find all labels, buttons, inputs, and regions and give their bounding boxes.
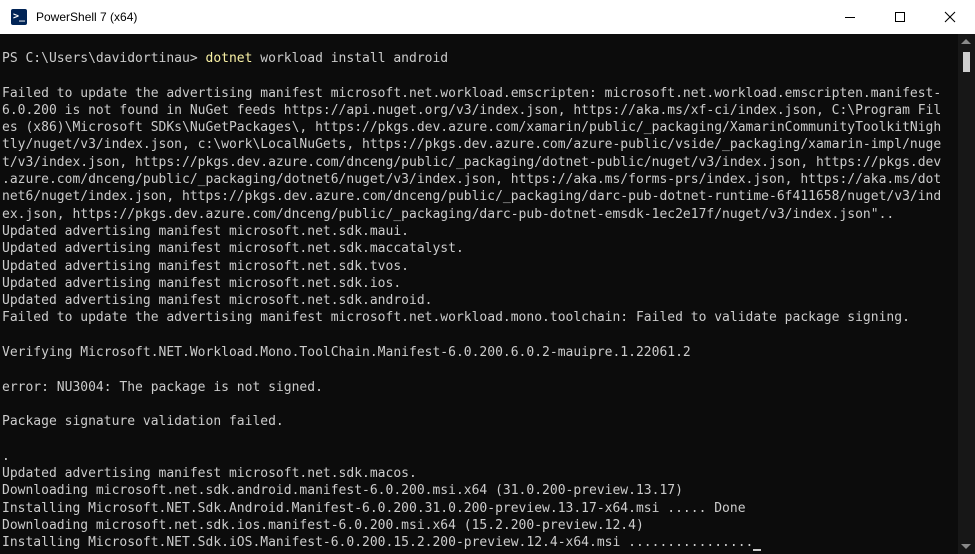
title-bar[interactable]: >_ PowerShell 7 (x64) [0,0,975,34]
terminal-line: Downloading microsoft.net.sdk.ios.manife… [2,518,644,534]
powershell-icon: >_ [11,9,27,25]
scroll-thumb[interactable] [963,52,970,72]
terminal-line: error: NU3004: The package is not signed… [2,379,323,395]
terminal-output[interactable]: PS C:\Users\davidortinau> dotnet workloa… [0,34,958,554]
minimize-icon [845,17,855,18]
terminal-line: Verifying Microsoft.NET.Workload.Mono.To… [2,345,691,361]
terminal-line: Failed to update the advertising manifes… [2,310,910,326]
terminal-line: Downloading microsoft.net.sdk.android.ma… [2,483,683,499]
prompt: PS C:\Users\davidortinau> [2,51,206,66]
terminal-line: .azure.com/dnceng/public/_packaging/dotn… [2,172,942,188]
terminal-line: . [2,448,10,464]
powershell-window: >_ PowerShell 7 (x64) PS C:\Users\davido… [0,0,975,554]
close-button[interactable] [925,0,975,34]
terminal-line: Installing Microsoft.NET.Sdk.Android.Man… [2,500,746,516]
scroll-down-icon[interactable] [961,544,971,549]
terminal-line: tly/nuget/v3/index.json, c:\work\LocalNu… [2,137,942,153]
terminal-line: 6.0.200 is not found in NuGet feeds http… [2,102,942,118]
terminal-line: es (x86)\Microsoft SDKs\NuGetPackages\, … [2,120,942,136]
text-cursor [753,548,762,551]
terminal-line: Failed to update the advertising manifes… [2,85,942,101]
minimize-button[interactable] [825,0,875,34]
maximize-icon [895,12,905,22]
scroll-up-icon[interactable] [961,39,971,44]
terminal-line: Updated advertising manifest microsoft.n… [2,258,409,274]
terminal-line: Updated advertising manifest microsoft.n… [2,466,417,482]
command-line: PS C:\Users\davidortinau> dotnet workloa… [2,50,941,67]
vertical-scrollbar[interactable] [958,34,975,554]
close-icon [944,11,956,23]
terminal-line: Updated advertising manifest microsoft.n… [2,293,433,309]
terminal-line: Package signature validation failed. [2,414,284,430]
window-controls [825,0,975,34]
window-title: PowerShell 7 (x64) [36,10,138,24]
terminal-line: Installing Microsoft.NET.Sdk.iOS.Manifes… [2,534,941,551]
terminal-line: ex.json, https://pkgs.dev.azure.com/dnce… [2,206,895,222]
terminal-line: Updated advertising manifest microsoft.n… [2,241,464,257]
terminal-line: Updated advertising manifest microsoft.n… [2,223,409,239]
maximize-button[interactable] [875,0,925,34]
command-args: workload install android [252,51,449,66]
terminal-line: net6/nuget/index.json, https://pkgs.dev.… [2,189,942,205]
command-name: dotnet [205,51,253,66]
terminal-line: Updated advertising manifest microsoft.n… [2,275,402,291]
terminal-lines: PS C:\Users\davidortinau> dotnet workloa… [2,50,941,552]
terminal-line: t/v3/index.json, https://pkgs.dev.azure.… [2,154,942,170]
